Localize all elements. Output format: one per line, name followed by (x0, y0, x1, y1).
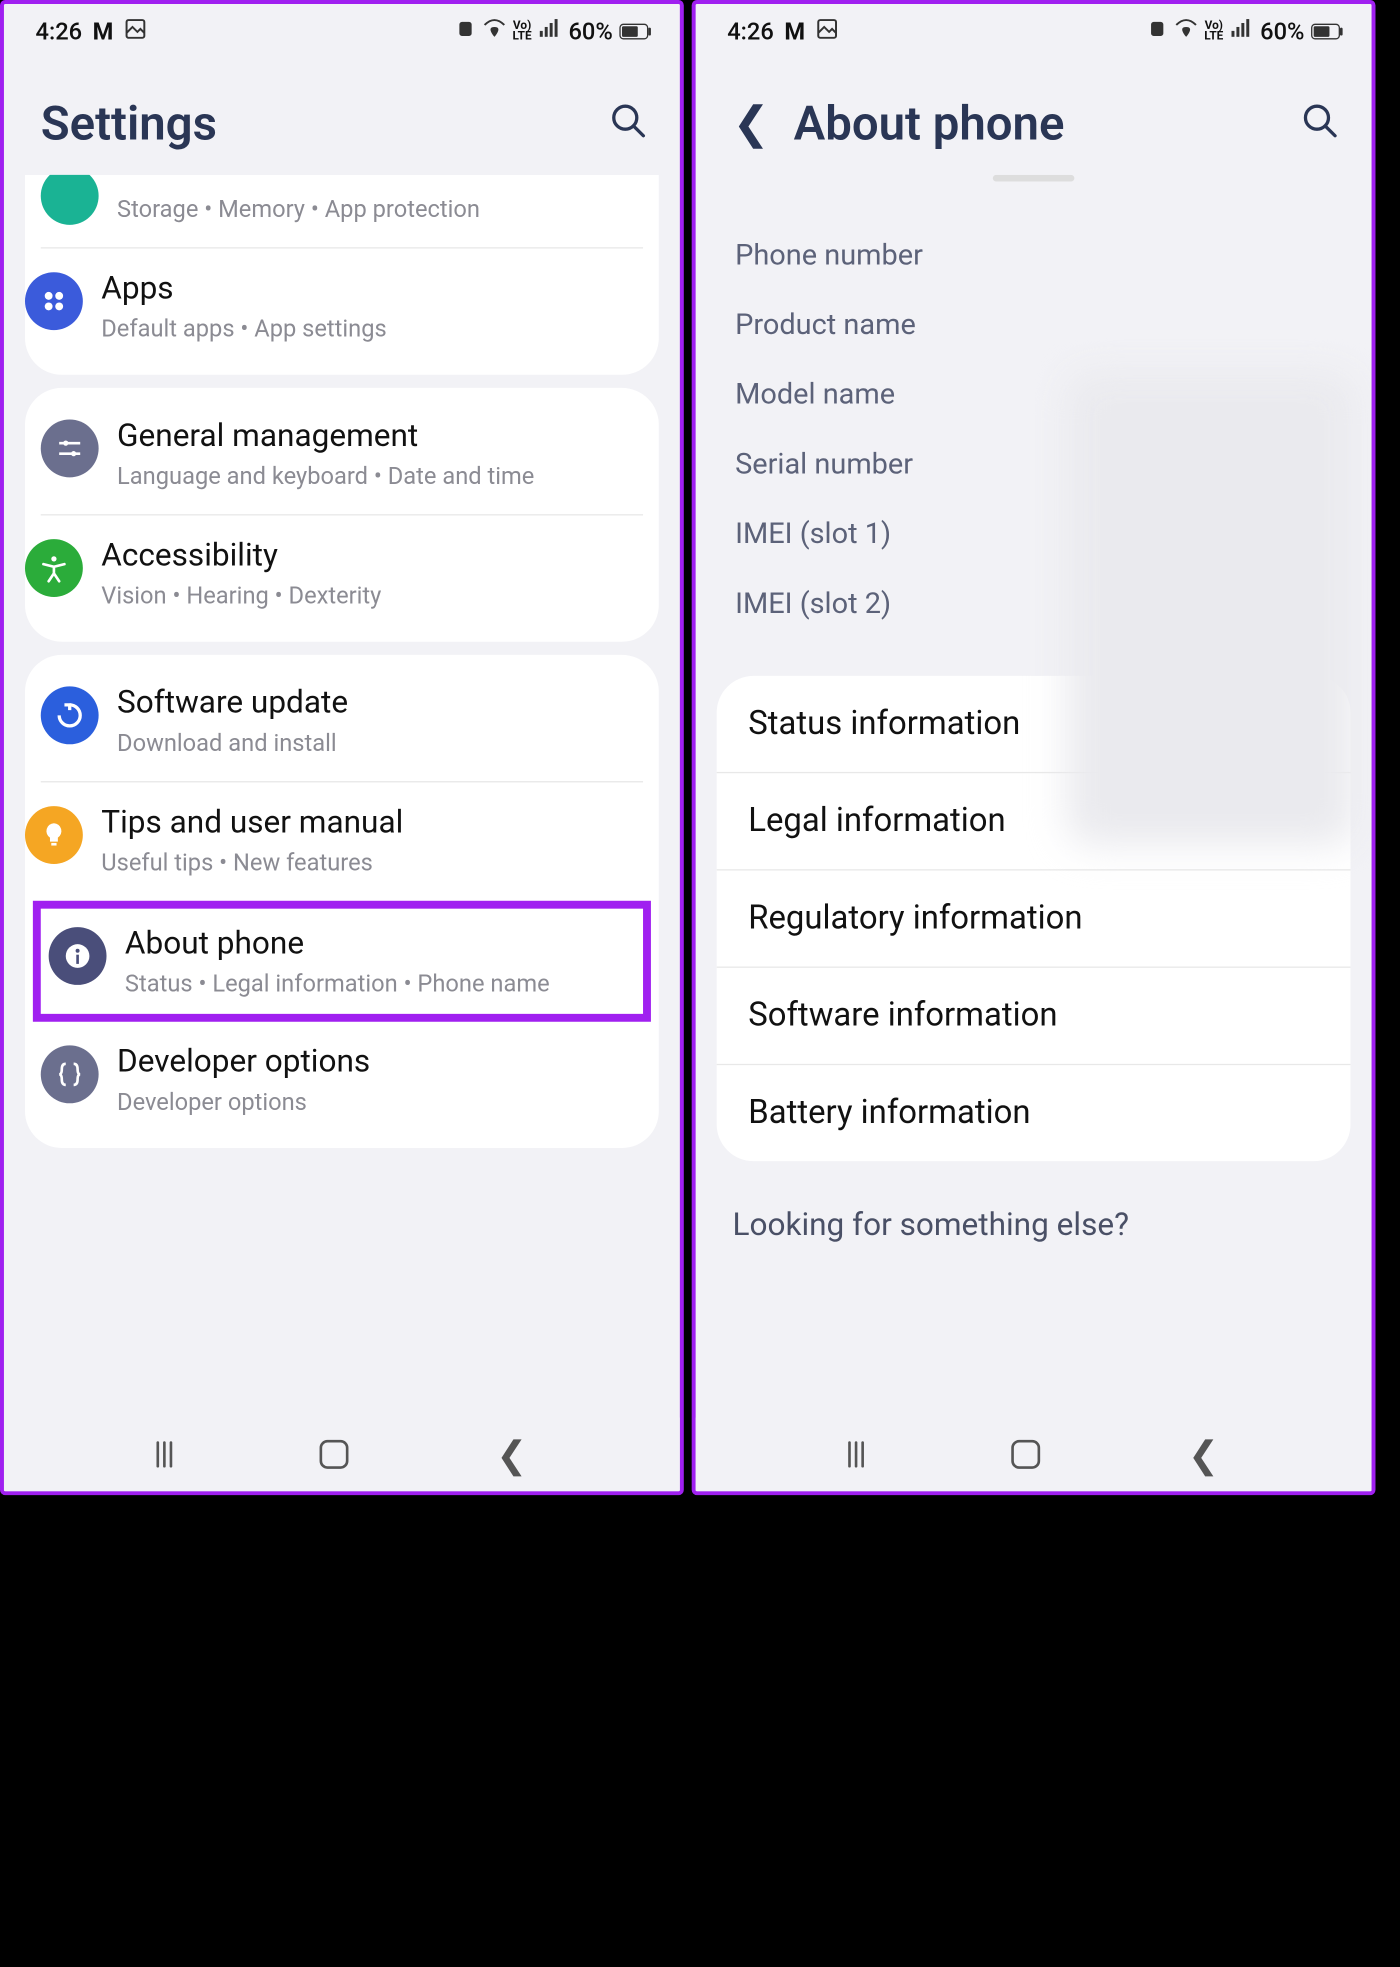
header: ❮ About phone (696, 59, 1372, 175)
settings-item-apps[interactable]: Apps Default apps • App settings (41, 247, 643, 367)
settings-item-general-management[interactable]: General management Language and keyboard… (25, 396, 659, 514)
search-button[interactable] (1301, 101, 1340, 146)
highlight-about-phone: About phone Status • Legal information •… (33, 901, 651, 1022)
navigation-bar: ❮ (4, 1418, 680, 1492)
link-software-information[interactable]: Software information (717, 968, 1351, 1065)
nav-back-button[interactable]: ❮ (1188, 1433, 1219, 1476)
nav-home-button[interactable] (1012, 1440, 1041, 1469)
settings-item-accessibility[interactable]: Accessibility Vision • Hearing • Dexteri… (41, 514, 643, 634)
item-sub: Language and keyboard • Date and time (117, 460, 635, 493)
item-title: General management (117, 417, 635, 455)
link-battery-information[interactable]: Battery information (717, 1065, 1351, 1161)
settings-group-2: Software update Download and install Tip… (25, 655, 659, 1148)
item-sub: Developer options (117, 1086, 635, 1119)
back-button[interactable]: ❮ (732, 97, 769, 150)
sliders-icon (41, 420, 99, 478)
volte-icon: Vo)LTE (513, 21, 532, 42)
phone-settings: 4:26 M Vo)LTE 60% Settings (0, 0, 684, 1495)
alarm-icon (1146, 18, 1167, 46)
item-title: Accessibility (101, 537, 635, 575)
settings-item-device-care[interactable]: Storage • Memory • App protection (25, 183, 659, 248)
info-phone-number[interactable]: Phone number (735, 221, 1332, 291)
item-sub: Download and install (117, 727, 635, 760)
phone-about: 4:26 M Vo)LTE 60% ❮ About phone Phone nu… (692, 0, 1376, 1495)
status-bar: 4:26 M Vo)LTE 60% (4, 4, 680, 59)
item-title: Software update (117, 684, 635, 722)
status-time: 4:26 (36, 18, 83, 46)
settings-item-about-phone[interactable]: About phone Status • Legal information •… (49, 914, 635, 1009)
item-title: Tips and user manual (101, 804, 635, 842)
nav-back-button[interactable]: ❮ (496, 1433, 527, 1476)
status-bar: 4:26 M Vo)LTE 60% (696, 4, 1372, 59)
lightbulb-icon (25, 806, 83, 864)
gmail-icon: M (784, 18, 805, 46)
redacted-values (1066, 372, 1355, 845)
signal-icon (538, 16, 562, 46)
wifi-icon (1174, 16, 1198, 46)
battery-icon (619, 24, 648, 40)
accessibility-icon (25, 539, 83, 597)
drag-handle[interactable] (993, 175, 1075, 182)
code-braces-icon (41, 1046, 99, 1104)
volte-icon: Vo)LTE (1204, 21, 1223, 42)
info-icon (49, 927, 107, 985)
nav-recents-button[interactable] (157, 1441, 173, 1467)
item-title: Developer options (117, 1043, 635, 1081)
signal-icon (1230, 16, 1254, 46)
settings-item-software-update[interactable]: Software update Download and install (25, 663, 659, 781)
battery-pct: 60% (1260, 18, 1304, 46)
item-sub: Status • Legal information • Phone name (125, 968, 627, 1001)
gallery-icon (124, 16, 148, 46)
item-sub: Default apps • App settings (101, 313, 619, 346)
gallery-icon (816, 16, 840, 46)
refresh-icon (41, 687, 99, 745)
item-title: Apps (101, 270, 619, 308)
nav-home-button[interactable] (320, 1440, 349, 1469)
looking-for-something[interactable]: Looking for something else? (696, 1174, 1372, 1256)
settings-group-partial: Storage • Memory • App protection Apps D… (25, 175, 659, 375)
link-regulatory-information[interactable]: Regulatory information (717, 871, 1351, 968)
device-care-icon (41, 175, 99, 225)
settings-group-1: General management Language and keyboard… (25, 388, 659, 642)
status-time: 4:26 (727, 18, 774, 46)
item-title: About phone (125, 925, 627, 963)
header: Settings (4, 59, 680, 175)
page-title: Settings (41, 96, 217, 151)
page-title: About phone (794, 96, 1065, 151)
battery-icon (1311, 24, 1340, 40)
item-sub: Useful tips • New features (101, 847, 635, 880)
search-button[interactable] (609, 101, 648, 146)
gmail-icon: M (93, 18, 114, 46)
item-sub: Storage • Memory • App protection (117, 193, 635, 226)
navigation-bar: ❮ (696, 1418, 1372, 1492)
apps-icon (25, 272, 83, 330)
wifi-icon (482, 16, 506, 46)
alarm-icon (455, 18, 476, 46)
nav-recents-button[interactable] (848, 1441, 864, 1467)
battery-pct: 60% (568, 18, 612, 46)
item-sub: Vision • Hearing • Dexterity (101, 580, 635, 613)
info-product-name[interactable]: Product name (735, 291, 1332, 361)
settings-item-tips[interactable]: Tips and user manual Useful tips • New f… (41, 781, 643, 901)
settings-item-developer-options[interactable]: Developer options Developer options (25, 1022, 659, 1140)
